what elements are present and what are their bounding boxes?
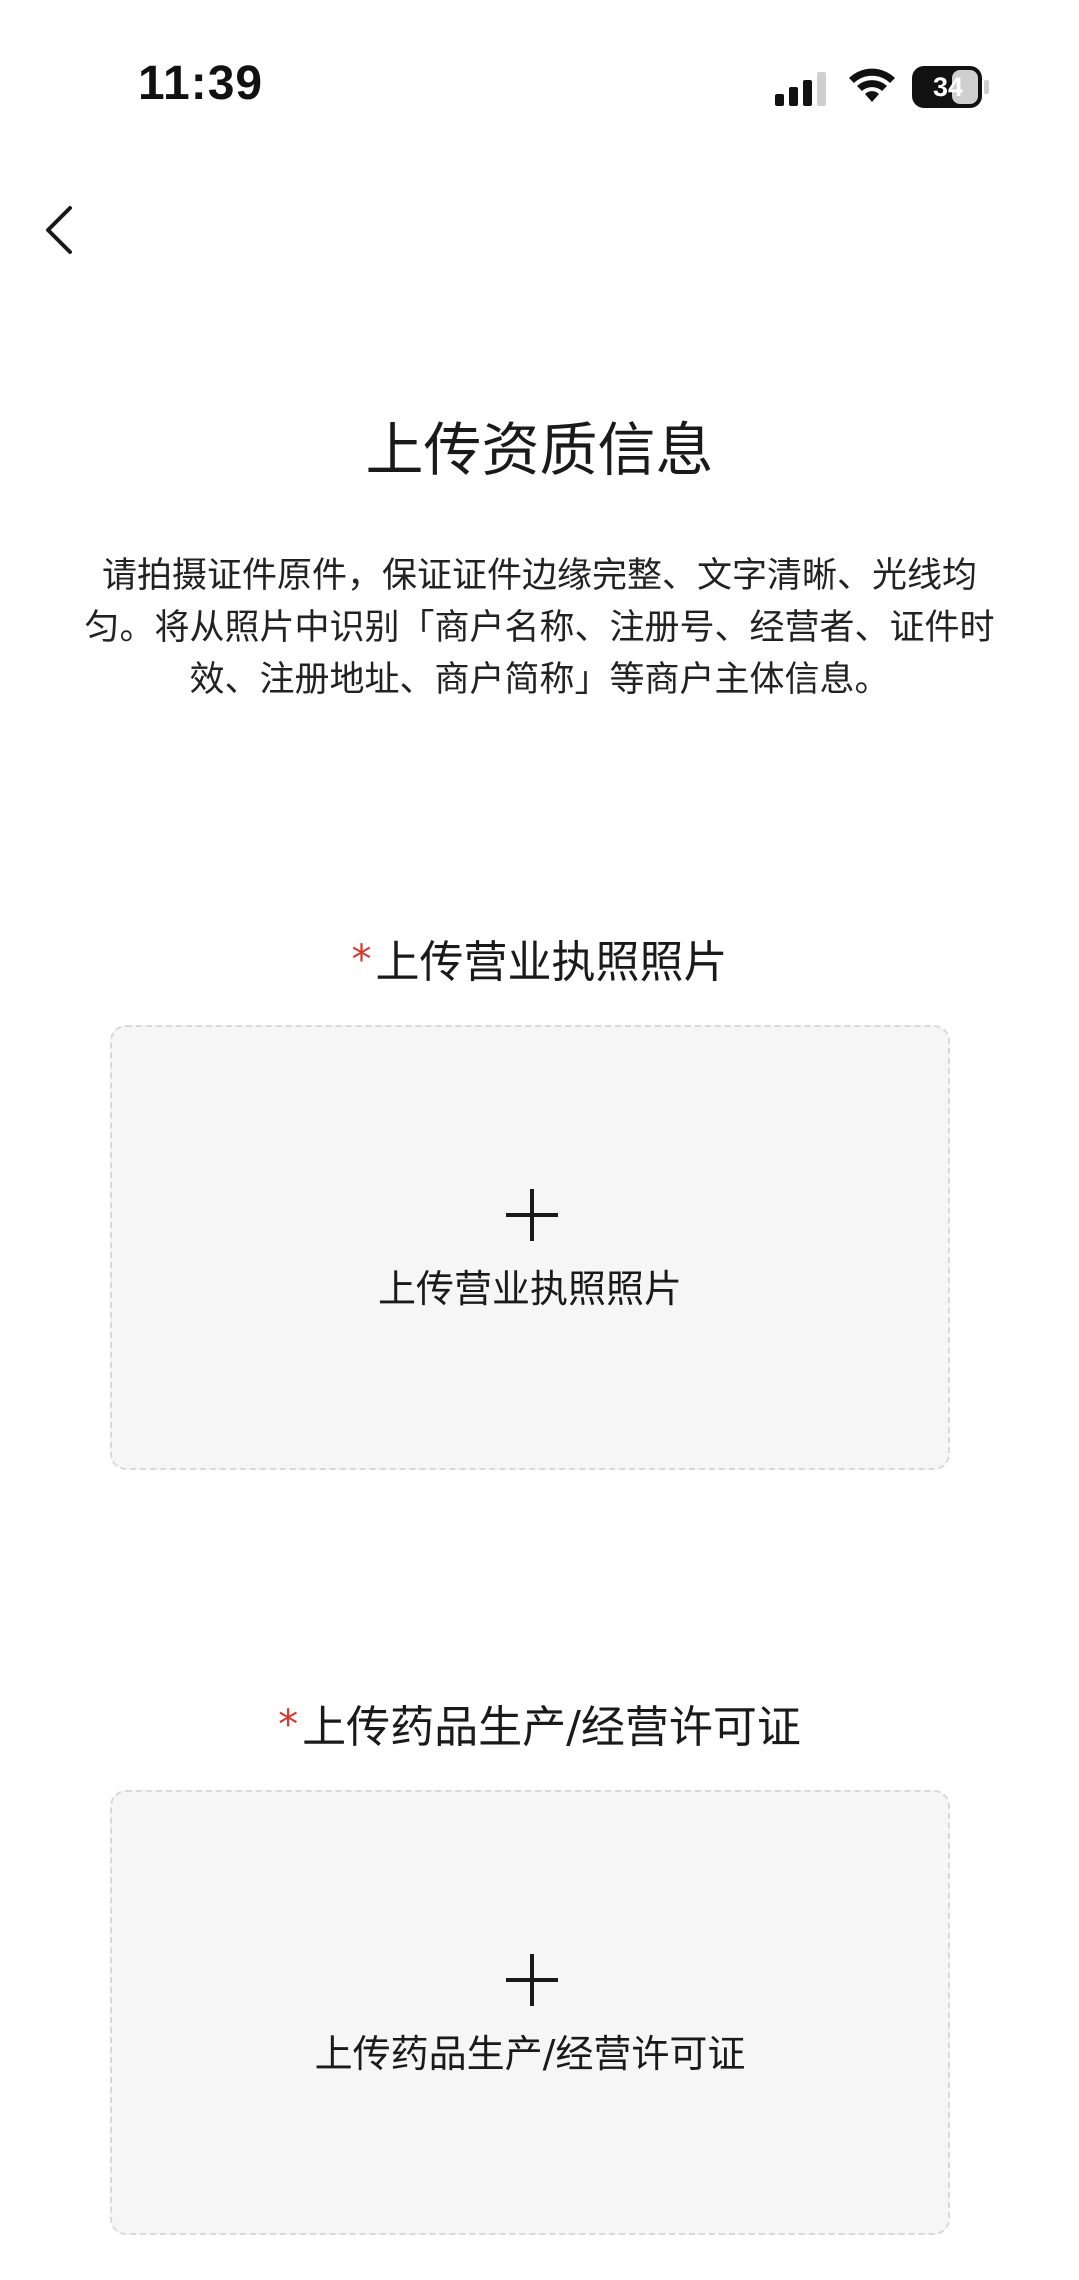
- battery-level: 34: [932, 72, 964, 102]
- drug-license-upload-text: 上传药品生产/经营许可证: [314, 2032, 746, 2076]
- required-mark: *: [351, 937, 372, 983]
- business-license-label: *上传营业执照照片: [0, 930, 1079, 993]
- plus-icon: [506, 1189, 558, 1241]
- status-time: 11:39: [138, 57, 264, 110]
- drug-license-label: *上传药品生产/经营许可证: [0, 1695, 1079, 1758]
- required-mark: *: [278, 1702, 299, 1748]
- chevron-left-icon: [46, 206, 72, 254]
- plus-icon: [506, 1954, 558, 2006]
- status-bar: 11:39 34: [0, 0, 1079, 170]
- drug-license-label-text: 上传药品生产/经营许可证: [302, 1702, 801, 1753]
- cellular-signal-icon: [775, 72, 826, 106]
- back-button[interactable]: [26, 190, 106, 270]
- page-description: 请拍摄证件原件，保证证件边缘完整、文字清晰、光线均匀。将从照片中识别「商户名称、…: [84, 556, 995, 700]
- business-license-upload-area[interactable]: 上传营业执照照片: [110, 1025, 950, 1470]
- page-title: 上传资质信息: [365, 416, 714, 484]
- business-license-label-text: 上传营业执照照片: [375, 937, 728, 988]
- business-license-upload-text: 上传营业执照照片: [377, 1267, 682, 1311]
- wifi-icon: [849, 68, 895, 102]
- drug-license-upload-area[interactable]: 上传药品生产/经营许可证: [110, 1790, 950, 2235]
